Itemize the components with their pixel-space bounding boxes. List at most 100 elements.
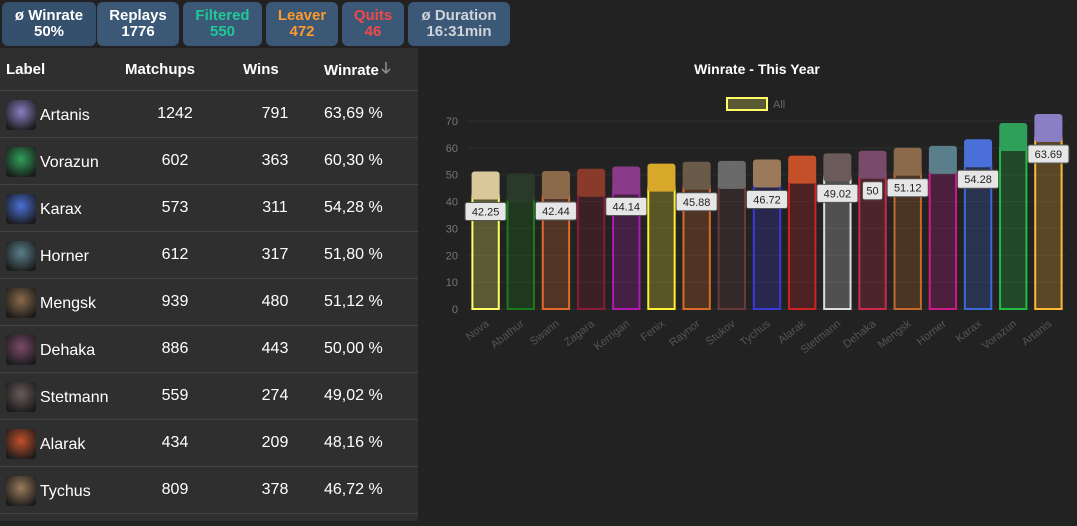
winrate-chart: Winrate - This Year All 0 10 20 30 40 50 60 70 42.… <box>446 61 1070 356</box>
commander-portrait-icon <box>858 150 887 179</box>
cell-wins: 274 <box>261 387 289 404</box>
table-row[interactable]: Vorazun 602 363 60,30 % <box>0 138 418 185</box>
commander-portrait-icon <box>6 100 36 130</box>
cell-matchups: 434 <box>161 434 189 451</box>
cell-label: Horner <box>40 248 89 265</box>
x-tick-label: Vorazun <box>980 318 1019 352</box>
cell-winrate: 54,28 % <box>324 199 383 216</box>
commander-portrait-icon <box>506 173 535 202</box>
y-tick-label: 30 <box>446 223 458 235</box>
commander-portrait-icon <box>823 153 852 182</box>
cell-label: Tychus <box>40 483 91 500</box>
cell-winrate: 60,30 % <box>324 152 383 169</box>
x-tick-label: Karax <box>954 318 984 345</box>
cell-matchups: 809 <box>161 481 189 498</box>
cell-wins: 317 <box>261 246 289 263</box>
table-row[interactable]: Dehaka 886 443 50,00 % <box>0 326 418 373</box>
commander-portrait-icon <box>893 147 922 176</box>
cell-label: Dehaka <box>40 342 96 359</box>
data-label: 46.72 <box>753 195 781 207</box>
table-row[interactable]: Artanis 1242 791 63,69 % <box>0 91 418 138</box>
commander-portrait-icon <box>928 145 957 174</box>
bar <box>787 178 817 310</box>
stat-replays: Replays 1776 <box>97 2 179 46</box>
table-row[interactable]: Tychus 809 378 46,72 % <box>0 467 418 514</box>
cell-wins: 363 <box>261 152 289 169</box>
stat-title: Quits <box>353 7 393 24</box>
x-tick-label: Mengsk <box>876 318 914 351</box>
cell-wins: 209 <box>261 434 289 451</box>
column-header-matchups[interactable]: Matchups <box>125 61 195 78</box>
cell-wins: 378 <box>261 481 289 498</box>
cell-wins: 443 <box>261 340 289 357</box>
y-tick-label: 20 <box>446 250 458 262</box>
stat-value: 16:31min <box>426 23 492 40</box>
commander-portrait-icon <box>964 139 993 168</box>
commander-portrait-icon <box>6 335 36 365</box>
cell-wins: 480 <box>261 293 289 310</box>
y-tick-label: 60 <box>446 143 458 155</box>
cell-winrate: 63,69 % <box>324 105 383 122</box>
x-tick-label: Raynor <box>667 318 703 349</box>
table-row[interactable]: Stetmann 559 274 49,02 % <box>0 373 418 420</box>
bar <box>928 168 958 310</box>
table-row[interactable]: Mengsk 939 480 51,12 % <box>0 279 418 326</box>
cell-matchups: 573 <box>161 199 189 216</box>
data-label: 49.02 <box>824 188 852 200</box>
cell-matchups: 1242 <box>157 105 193 122</box>
stat-title: Replays <box>109 7 167 24</box>
bar <box>999 146 1028 311</box>
y-tick-label: 70 <box>446 116 458 128</box>
cell-matchups: 602 <box>161 152 189 169</box>
stat-value: 46 <box>364 23 382 40</box>
table-row[interactable]: Alarak 434 209 48,16 % <box>0 420 418 467</box>
commander-portrait-icon <box>577 168 606 197</box>
cell-winrate: 50,00 % <box>324 340 383 357</box>
data-label: 45.88 <box>683 197 711 209</box>
stat-value: 50% <box>33 23 65 40</box>
stat-value: 472 <box>289 23 315 40</box>
legend-label: All <box>773 99 785 111</box>
legend-swatch <box>726 97 768 111</box>
commander-portrait-icon <box>6 476 36 506</box>
commander-portrait-icon <box>6 194 36 224</box>
commander-portrait-icon <box>999 123 1028 152</box>
x-tick-label: Stetmann <box>799 318 843 356</box>
x-tick-label: Nova <box>464 317 492 343</box>
bar <box>717 183 747 310</box>
table-body: Artanis 1242 791 63,69 % Vorazun 602 363 60,30 … <box>0 91 418 514</box>
stat-value: 1776 <box>121 23 155 40</box>
stat-title: Filtered <box>195 7 250 24</box>
cell-matchups: 939 <box>161 293 189 310</box>
x-tick-label: Dehaka <box>841 317 879 350</box>
commander-portrait-icon <box>6 147 36 177</box>
table-row[interactable]: Karax 573 311 54,28 % <box>0 185 418 232</box>
column-header-label[interactable]: Label <box>6 61 45 78</box>
bar <box>1034 136 1063 310</box>
cell-label: Mengsk <box>40 295 97 312</box>
column-header-wins[interactable]: Wins <box>243 61 279 78</box>
cell-winrate: 46,72 % <box>324 481 383 498</box>
column-header-winrate[interactable]: Winrate <box>324 61 393 79</box>
commander-portrait-icon <box>6 382 36 412</box>
stat-winrate: ø Winrate 50% <box>2 2 96 46</box>
data-label: 54.28 <box>964 174 992 186</box>
cell-label: Alarak <box>40 436 86 453</box>
x-tick-label: Tychus <box>738 318 773 349</box>
data-label: 50 <box>866 186 878 198</box>
y-tick-label: 40 <box>446 197 458 209</box>
commander-portrait-icon <box>6 241 36 271</box>
commander-portrait-icon <box>647 163 676 192</box>
cell-wins: 311 <box>262 199 288 216</box>
data-label: 42.25 <box>472 207 500 219</box>
x-tick-label: Artanis <box>1020 318 1055 349</box>
x-tick-label: Abathur <box>489 318 527 351</box>
commander-portrait-icon <box>788 155 817 184</box>
table-row[interactable]: Horner 612 317 51,80 % <box>0 232 418 279</box>
stat-leaver: Leaver 472 <box>266 2 338 46</box>
commander-portrait-icon <box>541 171 570 200</box>
bar <box>647 186 676 310</box>
commander-portrait-icon <box>1034 113 1063 142</box>
cell-label: Karax <box>40 201 82 218</box>
y-tick-label: 10 <box>446 277 458 289</box>
